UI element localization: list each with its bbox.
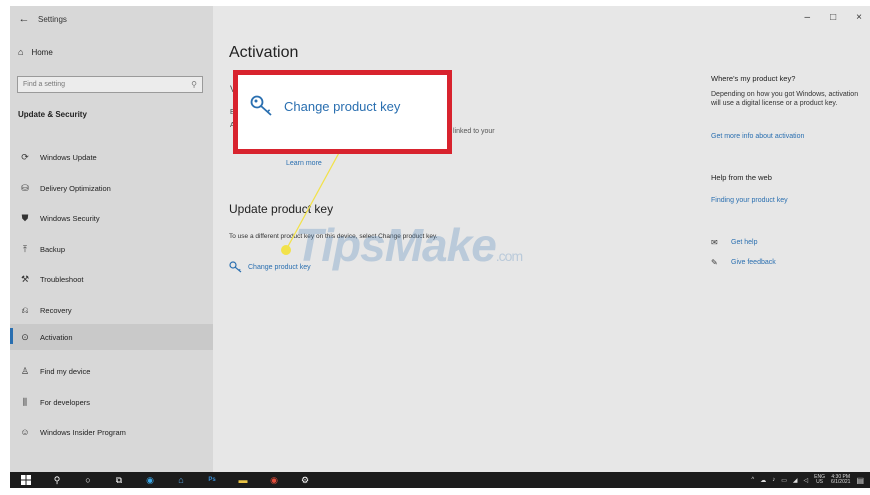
- callout-label: Change product key: [284, 98, 401, 114]
- volume-icon[interactable]: ◁: [804, 477, 809, 484]
- region-code: US: [816, 479, 824, 485]
- callout-box: Change product key: [233, 70, 452, 154]
- notification-icon[interactable]: ▤: [856, 476, 864, 485]
- clock[interactable]: 4:30 PM 6/1/2021: [831, 475, 850, 485]
- chrome-icon[interactable]: ◉: [268, 474, 280, 486]
- folder-icon[interactable]: ▬: [237, 474, 249, 486]
- settings-gear-icon[interactable]: ⚙: [299, 474, 311, 486]
- taskbar: ⚲ ○ ⧉ ◉ ⌂ Ps ▬ ◉ ⚙ ^ ☁ ♪ ▭ ◢ ◁ ENG US 4:…: [10, 472, 870, 488]
- clock-date: 6/1/2021: [830, 479, 851, 485]
- microphone-icon[interactable]: ♪: [772, 477, 775, 483]
- callout-change-product-key[interactable]: Change product key: [250, 95, 400, 117]
- tray-chevron-icon[interactable]: ^: [751, 477, 754, 483]
- task-view-icon[interactable]: ⧉: [113, 474, 125, 486]
- edge-browser-icon[interactable]: ◉: [144, 474, 156, 486]
- language-indicator[interactable]: ENG US: [814, 475, 825, 485]
- search-icon[interactable]: ⚲: [51, 474, 63, 486]
- cortana-icon[interactable]: ○: [82, 474, 94, 486]
- network-icon[interactable]: ◢: [793, 477, 798, 484]
- cloud-icon[interactable]: ☁: [760, 477, 766, 484]
- key-icon: [250, 95, 272, 116]
- photoshop-icon[interactable]: Ps: [206, 474, 218, 486]
- store-icon[interactable]: ⌂: [175, 474, 187, 486]
- pointer-dot: [281, 245, 291, 255]
- start-windows-icon[interactable]: [20, 474, 32, 486]
- battery-icon[interactable]: ▭: [781, 477, 787, 484]
- settings-window: ← Settings ⌂ Home Find a setting ⚲ Updat…: [10, 6, 870, 488]
- system-tray: ^ ☁ ♪ ▭ ◢ ◁ ENG US 4:30 PM 6/1/2021 ▤: [751, 472, 864, 488]
